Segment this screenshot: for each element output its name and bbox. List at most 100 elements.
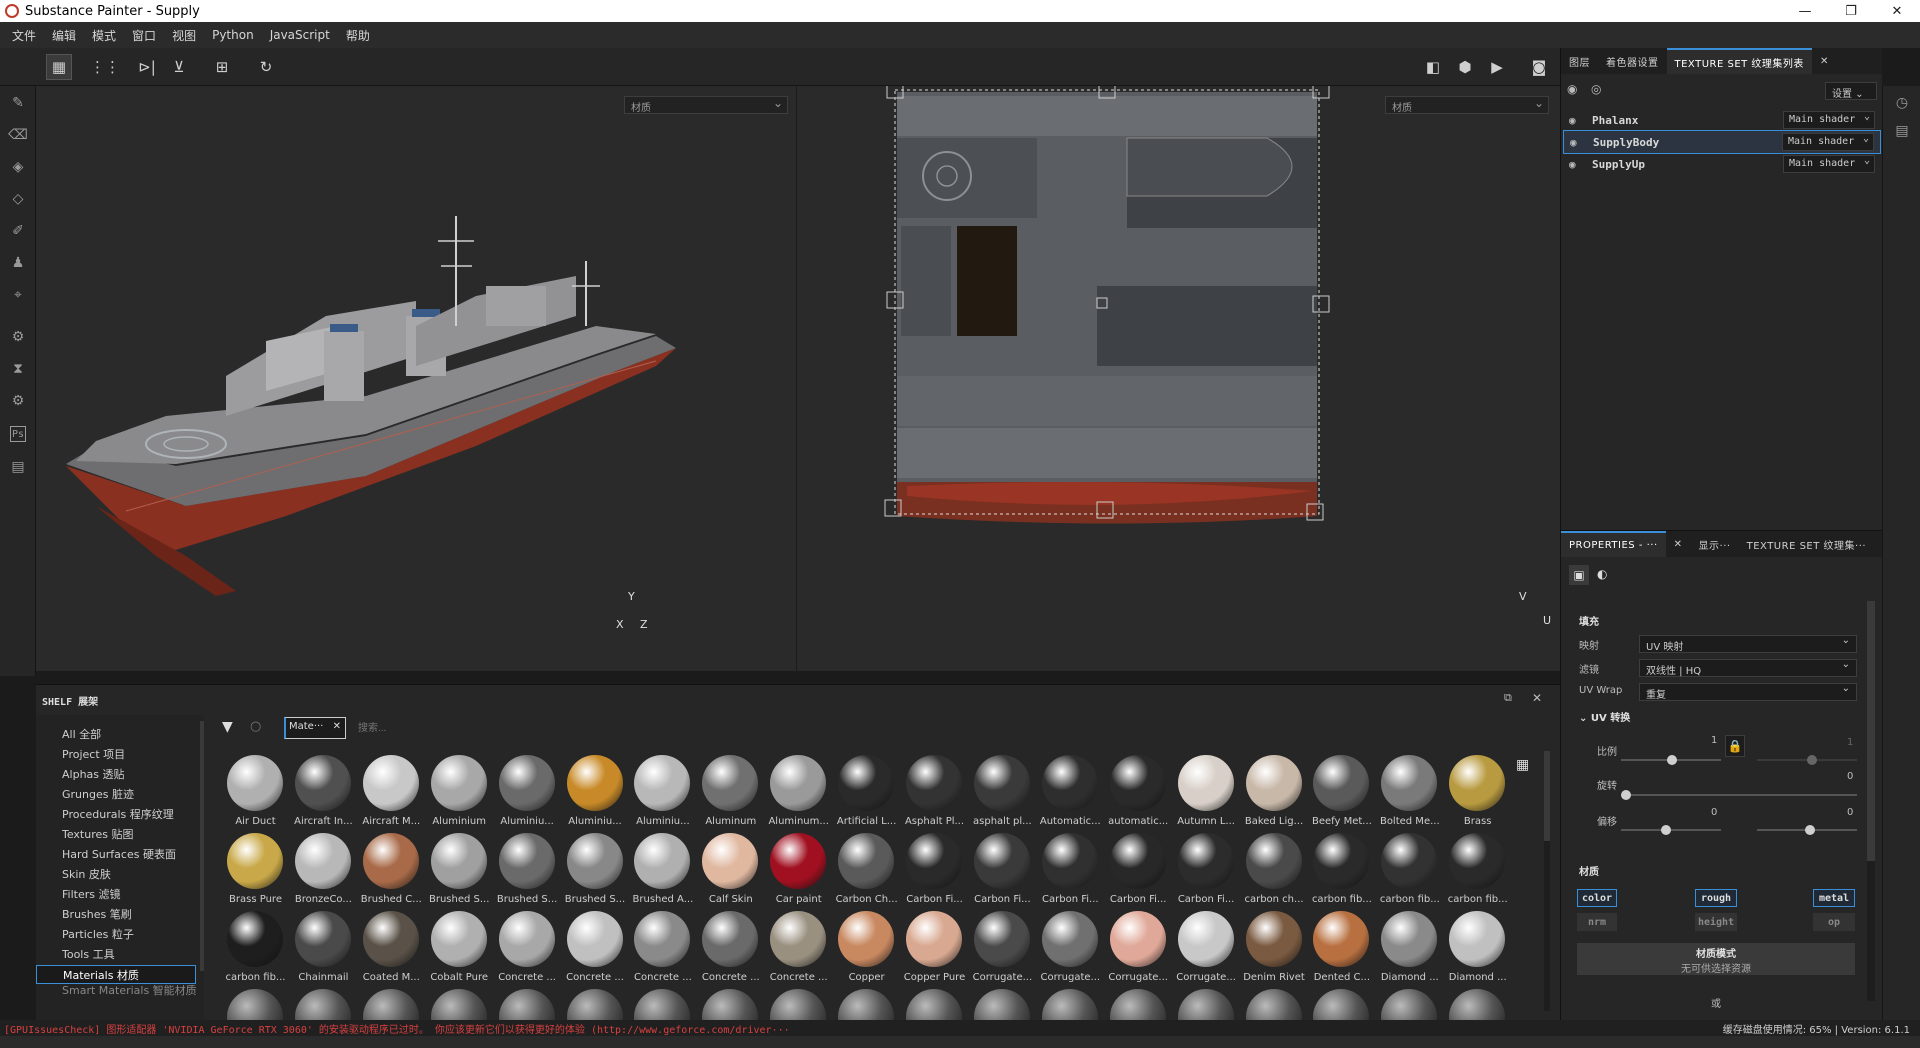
offset-v-slider[interactable]	[1757, 825, 1857, 835]
tab-properties[interactable]: PROPERTIES - ···	[1561, 531, 1666, 557]
category-smart-materials[interactable]: Smart Materials 智能材质	[62, 985, 197, 997]
material-preview-sphere[interactable]	[702, 989, 759, 1021]
category-grunges[interactable]: Grunges 脏迹	[62, 785, 134, 804]
filter-icon[interactable]: ▼	[222, 719, 233, 735]
close-panel-icon[interactable]: ✕	[1812, 48, 1837, 74]
material-tile[interactable]: Corrugate...	[1037, 911, 1104, 989]
material-tile[interactable]: Carbon Fi...	[1105, 833, 1172, 911]
mirror-x-icon[interactable]: ⊳|	[134, 54, 160, 80]
uv-transform-header[interactable]: ⌄ UV 转换	[1579, 709, 1630, 724]
material-tile[interactable]: Aircraft In...	[290, 755, 357, 833]
material-preview-sphere[interactable]	[973, 989, 1030, 1021]
mapping-select[interactable]: UV 映射	[1639, 635, 1857, 653]
menu-view[interactable]: 视图	[164, 27, 204, 44]
material-preview-sphere[interactable]	[294, 989, 351, 1021]
material-tile[interactable]: Concrete ...	[697, 911, 764, 989]
material-tile[interactable]: Calf Skin	[697, 833, 764, 911]
tab-texture-set[interactable]: TEXTURE SET 纹理集···	[1739, 531, 1874, 557]
camera-icon[interactable]: ▶	[1484, 54, 1510, 80]
shader-select[interactable]: Main shader	[1783, 155, 1875, 173]
fill-properties-icon[interactable]: ▣	[1569, 565, 1589, 585]
settings-icon[interactable]: ⚙	[7, 390, 29, 412]
polygon-fill-icon[interactable]: ◇	[7, 188, 29, 210]
lock-icon[interactable]: 🔒	[1725, 735, 1745, 757]
properties-scrollbar[interactable]	[1867, 601, 1875, 1001]
material-tile[interactable]: Car paint	[765, 833, 832, 911]
material-tile[interactable]: Diamond ...	[1444, 911, 1511, 989]
material-tile[interactable]: Cobalt Pure	[426, 911, 493, 989]
material-tile[interactable]: Dented C...	[1308, 911, 1375, 989]
texture-set-row[interactable]: ◉ SupplyUp Main shader	[1563, 152, 1881, 176]
history-icon[interactable]: ↻	[253, 54, 279, 80]
material-tile[interactable]: Air Duct	[222, 755, 289, 833]
category-materials[interactable]: Materials 材质	[36, 965, 196, 984]
material-tile[interactable]: Carbon Fi...	[969, 833, 1036, 911]
material-tile[interactable]: Brushed S...	[494, 833, 561, 911]
category-brushes[interactable]: Brushes 笔刷	[62, 905, 132, 924]
material-tile[interactable]: Asphalt Pl...	[901, 755, 968, 833]
material-preview-sphere[interactable]	[430, 989, 487, 1021]
photoshop-icon[interactable]: Ps	[10, 426, 26, 442]
tab-shader-settings[interactable]: 着色器设置	[1598, 48, 1667, 74]
material-preview-sphere[interactable]	[770, 989, 827, 1021]
menu-edit[interactable]: 编辑	[44, 27, 84, 44]
history-panel-icon[interactable]: ◷	[1891, 92, 1913, 114]
texture-set-row-selected[interactable]: ◉ SupplyBody Main shader	[1563, 130, 1881, 154]
rotate-slider[interactable]	[1621, 790, 1857, 800]
material-tile[interactable]: automatic...	[1105, 755, 1172, 833]
material-tile[interactable]: Brass Pure	[222, 833, 289, 911]
material-tile[interactable]: Aircraft M...	[358, 755, 425, 833]
color-picker-icon[interactable]: ⌖	[7, 284, 29, 306]
menu-mode[interactable]: 模式	[84, 27, 124, 44]
material-tile[interactable]: Artificial L...	[833, 755, 900, 833]
material-preview-sphere[interactable]	[634, 989, 691, 1021]
category-particles[interactable]: Particles 粒子	[62, 925, 134, 944]
category-filters[interactable]: Filters 滤镜	[62, 885, 120, 904]
material-tile[interactable]: Brushed S...	[562, 833, 629, 911]
material-tile[interactable]: Aluminium	[426, 755, 493, 833]
material-tile[interactable]: Brushed S...	[426, 833, 493, 911]
material-tile[interactable]: Brass	[1444, 755, 1511, 833]
close-window-button[interactable]: ✕	[1874, 0, 1920, 22]
material-tile[interactable]: asphalt pl...	[969, 755, 1036, 833]
material-tile[interactable]: carbon fib...	[222, 911, 289, 989]
material-preview-sphere[interactable]	[906, 989, 962, 1021]
shelf-scrollbar[interactable]	[1544, 751, 1550, 1011]
eye-icon[interactable]: ◉	[1569, 114, 1583, 127]
float-panel-icon[interactable]: ⧉	[1504, 691, 1512, 705]
material-tile[interactable]: Beefy Met...	[1308, 755, 1375, 833]
projection-icon[interactable]: ◈	[7, 156, 29, 178]
split-view-icon[interactable]: ◧	[1420, 54, 1446, 80]
material-preview-sphere[interactable]	[1381, 989, 1438, 1021]
material-tile[interactable]: Aluminiu...	[629, 755, 696, 833]
material-tile[interactable]: Copper Pure	[901, 911, 968, 989]
material-sphere-icon[interactable]: ◐	[1597, 567, 1607, 581]
material-tile[interactable]: Aluminiu...	[562, 755, 629, 833]
channel-op-toggle[interactable]: op	[1813, 913, 1855, 931]
material-tile[interactable]: Concrete ...	[494, 911, 561, 989]
tab-layers[interactable]: 图层	[1561, 48, 1598, 74]
material-tile[interactable]: Baked Lig...	[1241, 755, 1308, 833]
bake-icon[interactable]: ⚙	[7, 326, 29, 348]
category-procedurals[interactable]: Procedurals 程序纹理	[62, 805, 174, 824]
document-icon[interactable]: ▤	[7, 456, 29, 478]
channel-nrm-toggle[interactable]: nrm	[1577, 913, 1617, 931]
scale-slider-secondary[interactable]	[1757, 755, 1857, 765]
category-all[interactable]: All 全部	[62, 725, 101, 744]
material-tile[interactable]: Corrugate...	[1105, 911, 1172, 989]
texture-set-settings-button[interactable]: 设置 ⌄	[1825, 82, 1877, 100]
material-tile[interactable]: BronzeCo...	[290, 833, 357, 911]
material-mode-button[interactable]: 材质模式 无可供选择资源	[1577, 943, 1855, 975]
material-preview-sphere[interactable]	[498, 989, 555, 1021]
shader-select[interactable]: Main shader	[1782, 133, 1874, 151]
material-tile[interactable]: Diamond ...	[1376, 911, 1443, 989]
material-preview-sphere[interactable]	[566, 989, 623, 1021]
category-textures[interactable]: Textures 贴图	[62, 825, 134, 844]
grid-layout-icon[interactable]: ▦	[1516, 757, 1529, 773]
channel-color-toggle[interactable]: color	[1577, 889, 1617, 907]
category-hard-surfaces[interactable]: Hard Surfaces 硬表面	[62, 845, 176, 864]
grid-view-icon[interactable]: ⋮⋮	[90, 54, 120, 80]
channel-rough-toggle[interactable]: rough	[1695, 889, 1737, 907]
material-preview-sphere[interactable]	[362, 989, 419, 1021]
menu-javascript[interactable]: JavaScript	[262, 28, 338, 42]
